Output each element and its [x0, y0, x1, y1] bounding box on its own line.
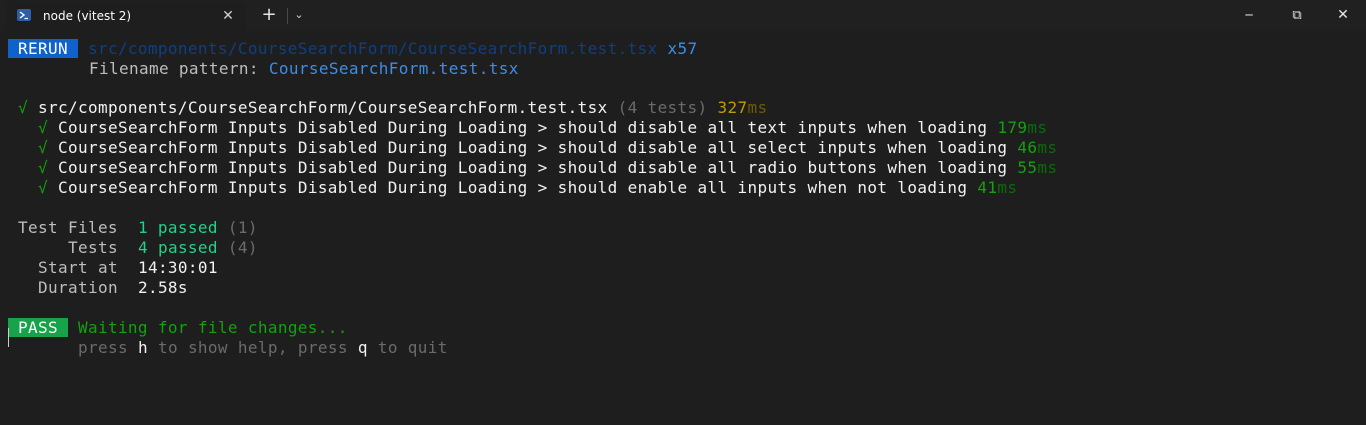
minimize-button[interactable]: ─: [1226, 0, 1272, 31]
check-icon: √: [18, 98, 28, 117]
powershell-icon: [17, 9, 31, 21]
summary-tests: Tests 4 passed (4): [68, 238, 258, 258]
test-time-unit: ms: [1027, 118, 1048, 137]
close-tab-icon[interactable]: ✕: [219, 7, 237, 25]
help-line: press h to show help, press q to quit: [78, 338, 448, 358]
summary-label: Tests: [68, 238, 118, 257]
filename-pattern-line: Filename pattern: CourseSearchForm.test.…: [89, 59, 519, 79]
rerun-badge: RERUN: [8, 39, 78, 58]
tab-divider: [287, 8, 288, 24]
test-result-row: √ CourseSearchForm Inputs Disabled Durin…: [38, 158, 1057, 178]
terminal-output[interactable]: RERUN src/components/CourseSearchForm/Co…: [0, 31, 1366, 425]
status-line: PASS Waiting for file changes...: [8, 318, 348, 338]
window-close-button[interactable]: ✕: [1320, 0, 1366, 31]
suite-time-unit: ms: [747, 98, 768, 117]
pattern-label: Filename pattern:: [89, 59, 269, 78]
text-cursor: [8, 328, 9, 347]
summary-value: 2.58s: [137, 278, 188, 297]
summary-value: 4 passed: [137, 238, 218, 257]
check-icon: √: [38, 118, 48, 137]
pass-badge: PASS: [8, 318, 68, 337]
rerun-line: RERUN src/components/CourseSearchForm/Co…: [8, 39, 698, 59]
suite-tests-count: (4 tests): [617, 98, 708, 117]
chevron-down-icon[interactable]: ⌄: [290, 6, 308, 24]
summary-start: Start at 14:30:01: [38, 258, 218, 278]
check-icon: √: [38, 138, 48, 157]
title-bar: node (vitest 2) ✕ + ⌄ ─ ⧉ ✕: [0, 0, 1366, 31]
summary-value: 1 passed: [137, 218, 218, 237]
help-key-h: h: [137, 338, 148, 357]
test-time: 179: [997, 118, 1028, 137]
summary-total: (4): [227, 238, 258, 257]
test-name: CourseSearchForm Inputs Disabled During …: [58, 138, 1008, 157]
quit-key-q: q: [357, 338, 368, 357]
help-text: to quit: [367, 338, 448, 357]
help-text: to show help, press: [147, 338, 358, 357]
summary-test-files: Test Files 1 passed (1): [18, 218, 258, 238]
new-tab-button[interactable]: +: [259, 5, 279, 25]
rerun-path: src/components/CourseSearchForm/CourseSe…: [87, 39, 658, 58]
summary-label: Start at: [38, 258, 118, 277]
help-text: press: [78, 338, 138, 357]
summary-label: Duration: [38, 278, 118, 297]
test-result-row: √ CourseSearchForm Inputs Disabled Durin…: [38, 178, 1017, 198]
test-time: 55: [1017, 158, 1038, 177]
pattern-value: CourseSearchForm.test.tsx: [268, 59, 519, 78]
summary-duration: Duration 2.58s: [38, 278, 188, 298]
summary-label: Test Files: [18, 218, 118, 237]
check-icon: √: [38, 158, 48, 177]
test-time-unit: ms: [1037, 138, 1058, 157]
test-result-row: √ CourseSearchForm Inputs Disabled Durin…: [38, 118, 1047, 138]
test-time: 41: [977, 178, 998, 197]
test-name: CourseSearchForm Inputs Disabled During …: [58, 118, 988, 137]
test-name: CourseSearchForm Inputs Disabled During …: [58, 178, 968, 197]
test-time-unit: ms: [1037, 158, 1058, 177]
rerun-count: x57: [667, 39, 698, 58]
suite-line: √ src/components/CourseSearchForm/Course…: [18, 98, 768, 118]
test-name: CourseSearchForm Inputs Disabled During …: [58, 158, 1008, 177]
suite-time: 327: [717, 98, 748, 117]
test-time-unit: ms: [997, 178, 1018, 197]
summary-total: (1): [227, 218, 258, 237]
summary-value: 14:30:01: [137, 258, 218, 277]
test-time: 46: [1017, 138, 1038, 157]
waiting-message: Waiting for file changes...: [77, 318, 348, 337]
suite-file: src/components/CourseSearchForm/CourseSe…: [38, 98, 608, 117]
tab-title: node (vitest 2): [43, 9, 132, 23]
maximize-button[interactable]: ⧉: [1274, 0, 1320, 31]
test-result-row: √ CourseSearchForm Inputs Disabled Durin…: [38, 138, 1057, 158]
terminal-tab[interactable]: node (vitest 2) ✕: [5, 1, 246, 31]
check-icon: √: [38, 178, 48, 197]
